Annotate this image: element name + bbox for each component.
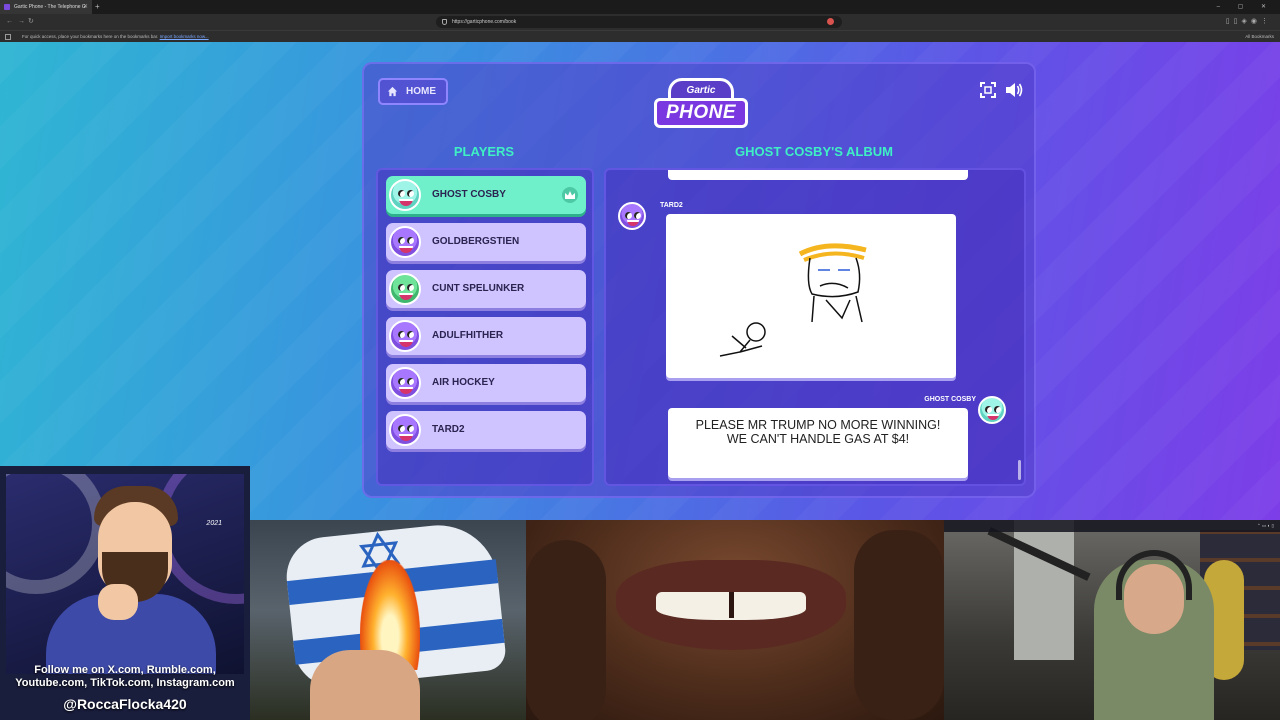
back-icon[interactable]: ← <box>6 14 13 30</box>
player-name: TARD2 <box>432 424 465 435</box>
players-list: GHOST COSBY GOLDBERGSTIEN CUNT SPELUNKER… <box>376 168 594 486</box>
album-panel[interactable]: TARD2 GHOST COSBY PLEASE MR TRUMP NO MOR… <box>604 168 1026 486</box>
drawing-author: TARD2 <box>660 202 683 209</box>
streamer-handle: @RoccaFlocka420 <box>63 696 187 712</box>
player-row[interactable]: GOLDBERGSTIEN <box>386 223 586 261</box>
album-caption: PLEASE MR TRUMP NO MORE WINNING! WE CAN'… <box>668 408 968 478</box>
url-text: https://garticphone.com/book <box>452 19 517 25</box>
caption-author-avatar <box>978 396 1006 424</box>
browser-tab[interactable]: Gartic Phone - The Telephone G ✕ <box>0 0 92 14</box>
player-avatar <box>389 367 421 399</box>
player-row[interactable]: ADULFHITHER <box>386 317 586 355</box>
forward-icon[interactable]: → <box>18 14 25 30</box>
browser-tabbar: Gartic Phone - The Telephone G ✕ + – ▢ ✕ <box>0 0 1280 14</box>
game-page: HOME Gartic PHONE PLAYERS GHOST COSBY'S … <box>0 42 1280 520</box>
all-bookmarks[interactable]: All Bookmarks <box>1245 31 1274 42</box>
reload-icon[interactable]: ↻ <box>28 14 34 30</box>
import-bookmarks-link[interactable]: Import bookmarks now... <box>160 34 209 39</box>
window-controls[interactable]: – ▢ ✕ <box>1217 0 1274 14</box>
gartic-favicon-icon <box>4 4 10 10</box>
album-heading: GHOST COSBY'S ALBUM <box>735 144 893 159</box>
bookmarks-bar: For quick access, place your bookmarks h… <box>0 30 1280 42</box>
player-name: GHOST COSBY <box>432 189 506 200</box>
player-row[interactable]: GHOST COSBY <box>386 176 586 214</box>
player-avatar <box>389 226 421 258</box>
flag-photo: ✡ <box>250 520 526 720</box>
logo-main: PHONE <box>654 98 748 128</box>
crown-icon <box>562 187 578 203</box>
webcam-feed <box>944 520 1280 720</box>
address-bar[interactable]: https://garticphone.com/book <box>436 16 842 28</box>
art-signature: 2021 <box>206 520 222 527</box>
player-name: AIR HOCKEY <box>432 377 495 388</box>
streamer-overlay: 2021 Follow me on X.com, Rumble.com, You… <box>0 466 250 720</box>
site-info-icon[interactable] <box>442 19 447 25</box>
sound-icon[interactable] <box>1004 81 1024 99</box>
player-avatar <box>389 414 421 446</box>
caption-author: GHOST COSBY <box>924 396 976 403</box>
players-heading: PLAYERS <box>453 144 515 159</box>
close-tab-icon[interactable]: ✕ <box>83 0 88 14</box>
home-label: HOME <box>406 86 436 97</box>
player-avatar <box>389 320 421 352</box>
streamer-artwork: 2021 <box>6 474 244 674</box>
fullscreen-icon[interactable] <box>980 82 996 98</box>
player-row[interactable]: CUNT SPELUNKER <box>386 270 586 308</box>
apps-icon[interactable] <box>5 34 11 40</box>
home-button[interactable]: HOME <box>378 78 448 105</box>
gartic-phone-logo: Gartic PHONE <box>654 76 748 134</box>
player-name: ADULFHITHER <box>432 330 504 341</box>
player-avatar <box>389 179 421 211</box>
smile-photo <box>526 520 944 720</box>
album-drawing <box>666 214 956 378</box>
game-container: HOME Gartic PHONE PLAYERS GHOST COSBY'S … <box>362 62 1036 498</box>
player-name: GOLDBERGSTIEN <box>432 236 520 247</box>
album-scrollbar[interactable] <box>1018 460 1021 480</box>
drawing-canvas <box>719 243 867 357</box>
windows-taskbar: ⌃ ▭ ◐ ▯ <box>944 520 1280 532</box>
tab-title: Gartic Phone - The Telephone G <box>14 4 86 10</box>
player-avatar <box>389 273 421 305</box>
home-icon <box>387 86 398 97</box>
player-row[interactable]: AIR HOCKEY <box>386 364 586 402</box>
browser-tools[interactable]: ▯▯◈◉⋮ <box>1226 14 1272 30</box>
drawing-author-avatar <box>618 202 646 230</box>
browser-toolbar: ← → ↻ https://garticphone.com/book ▯▯◈◉⋮ <box>0 14 1280 30</box>
follow-text: Follow me on X.com, Rumble.com, Youtube.… <box>15 664 235 689</box>
previous-album-card <box>668 170 968 180</box>
player-row[interactable]: TARD2 <box>386 411 586 449</box>
bookmarks-message: For quick access, place your bookmarks h… <box>22 34 159 39</box>
new-tab-icon[interactable]: + <box>95 0 100 14</box>
extension-icon[interactable] <box>827 18 834 25</box>
player-name: CUNT SPELUNKER <box>432 283 525 294</box>
